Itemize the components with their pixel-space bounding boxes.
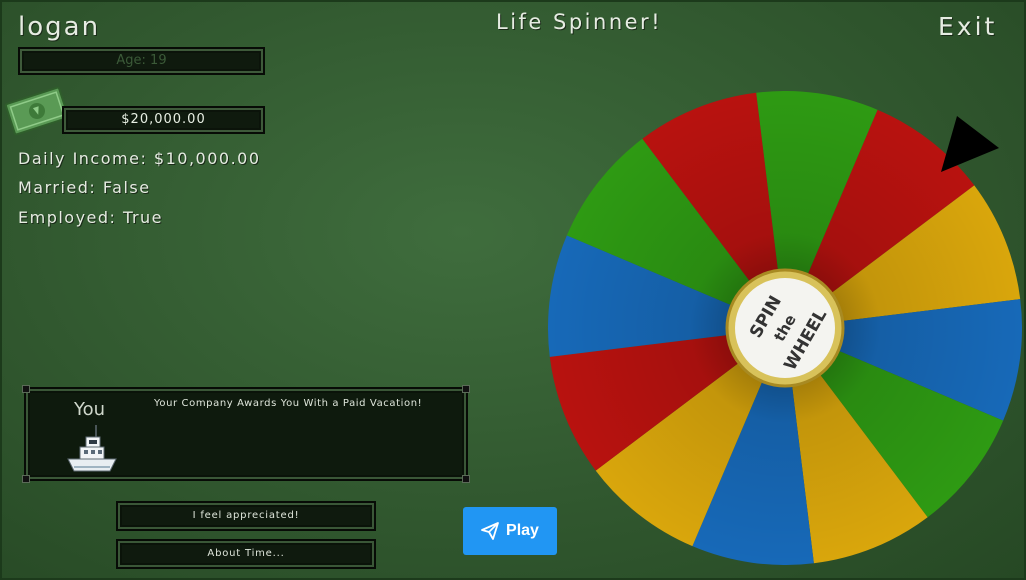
play-icon	[481, 522, 499, 540]
wheel-pointer-icon	[941, 116, 999, 172]
panel-corner	[22, 385, 30, 393]
boat-icon	[67, 425, 117, 472]
money-value: $20,000.00	[121, 112, 206, 127]
game-title: Life Spinner!	[496, 10, 663, 34]
panel-corner	[462, 475, 470, 483]
daily-income-text: Daily Income: $10,000.00	[18, 149, 261, 168]
event-you-label: You	[74, 399, 106, 420]
panel-corner	[22, 475, 30, 483]
money-icon	[4, 86, 70, 136]
employed-status-text: Employed: True	[18, 208, 164, 227]
player-name: logan	[18, 12, 101, 42]
married-status-text: Married: False	[18, 178, 151, 197]
play-button[interactable]: Play	[463, 507, 557, 555]
age-label: Age: 19	[116, 53, 167, 68]
event-panel: You Your Company Awards You With a Paid …	[22, 385, 470, 483]
event-message: Your Company Awards You With a Paid Vaca…	[154, 398, 423, 409]
age-bar: Age: 19	[18, 47, 265, 75]
choice-button-1[interactable]: I feel appreciated!	[116, 501, 376, 531]
money-bar: $20,000.00	[62, 106, 265, 134]
play-label: Play	[506, 522, 539, 539]
panel-corner	[462, 385, 470, 393]
exit-button[interactable]: Exit	[938, 12, 997, 41]
choice-button-2[interactable]: About Time...	[116, 539, 376, 569]
